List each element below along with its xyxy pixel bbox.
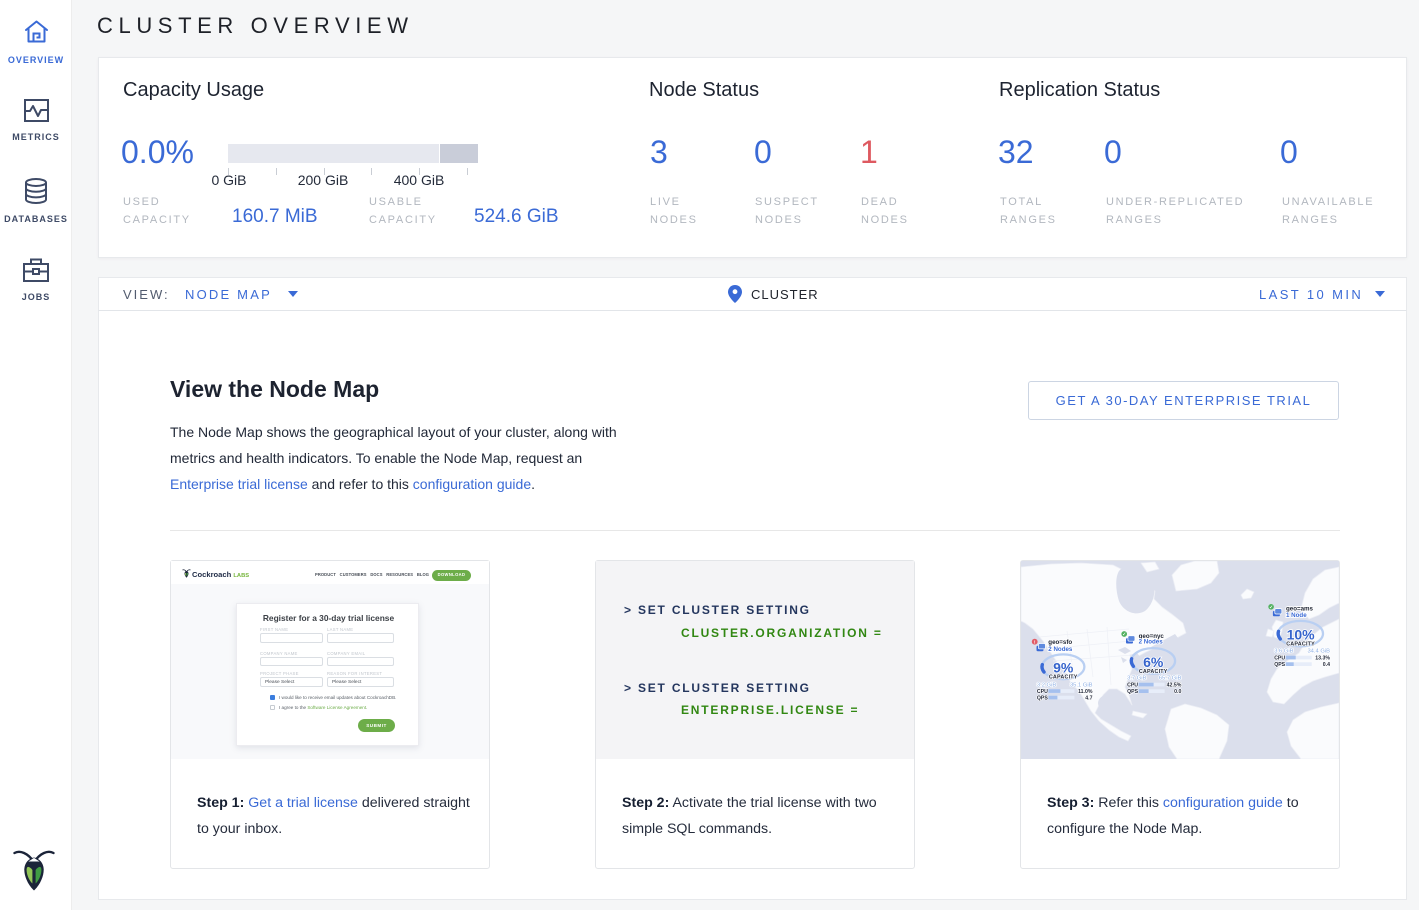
svg-text:10%: 10% [1287, 627, 1316, 643]
svg-text:CAPACITY: CAPACITY [1139, 669, 1168, 675]
svg-text:CPU: CPU [1037, 689, 1048, 695]
svg-text:CAPACITY: CAPACITY [1286, 641, 1315, 647]
svg-text:4.7: 4.7 [1085, 695, 1092, 701]
svg-text:✓: ✓ [1269, 605, 1273, 610]
svg-text:3.6 GiB: 3.6 GiB [1274, 648, 1293, 654]
svg-text:2 Nodes: 2 Nodes [1048, 646, 1073, 653]
svg-text:3.2 GiB: 3.2 GiB [1037, 682, 1056, 688]
svg-text:35.1 GiB: 35.1 GiB [1070, 682, 1093, 688]
svg-text:1 Node: 1 Node [1286, 612, 1307, 619]
svg-text:65.7 GiB: 65.7 GiB [1159, 676, 1182, 682]
svg-text:6%: 6% [1143, 654, 1164, 670]
svg-text:CPU: CPU [1127, 682, 1138, 688]
svg-text:0.0: 0.0 [1174, 689, 1181, 695]
svg-text:3.7 GiB: 3.7 GiB [1127, 676, 1146, 682]
svg-text:13.3%: 13.3% [1315, 655, 1330, 661]
svg-text:QPS: QPS [1274, 662, 1285, 668]
svg-text:42.5%: 42.5% [1167, 682, 1182, 688]
svg-text:QPS: QPS [1037, 695, 1048, 701]
svg-text:✓: ✓ [1122, 632, 1126, 637]
svg-text:QPS: QPS [1127, 689, 1138, 695]
svg-text:2 Nodes: 2 Nodes [1139, 639, 1164, 646]
svg-text:CPU: CPU [1274, 655, 1285, 661]
svg-text:0.4: 0.4 [1323, 662, 1330, 668]
svg-text:9%: 9% [1053, 660, 1074, 676]
svg-text:CAPACITY: CAPACITY [1049, 675, 1078, 681]
svg-text:11.0%: 11.0% [1078, 689, 1093, 695]
svg-text:34.4 GiB: 34.4 GiB [1307, 648, 1330, 654]
